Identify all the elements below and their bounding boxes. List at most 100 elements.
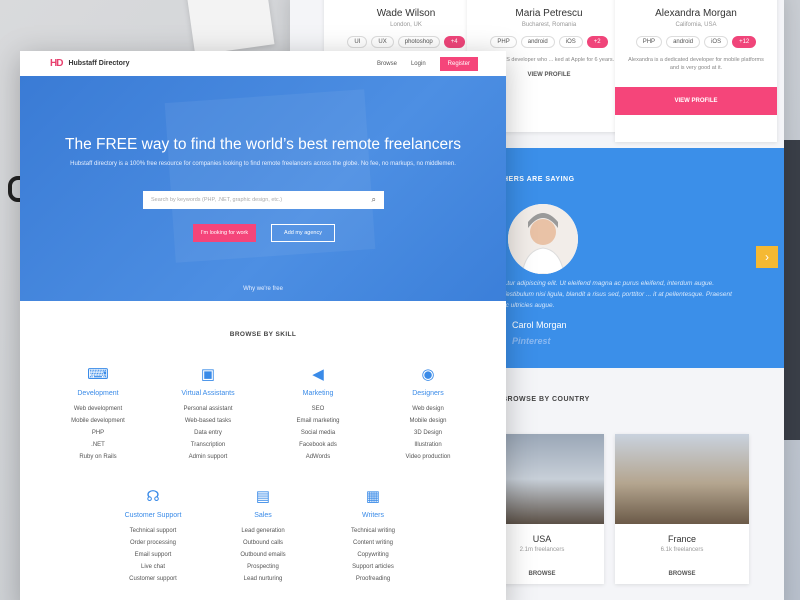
skill-tag[interactable]: UX [371,36,394,48]
skill-link[interactable]: Web design [373,403,483,415]
skill-title[interactable]: Customer Support [98,512,208,519]
headset-icon: ☊ [146,488,160,505]
eye-icon: ◉ [421,366,435,383]
skill-link[interactable]: Mobile development [43,415,153,427]
skill-link[interactable]: Video production [373,451,483,463]
profile-location: London, UK [390,22,422,28]
skill-link[interactable]: AdWords [263,451,373,463]
skill-link[interactable]: Content writing [318,537,428,549]
profile-location: Bucharest, Romania [521,22,577,28]
skill-link[interactable]: Order processing [98,537,208,549]
more-tags-badge[interactable]: +2 [586,36,608,48]
skill-link[interactable]: Social media [263,427,373,439]
skill-link[interactable]: Technical writing [318,525,428,537]
clipboard-check-icon: ▣ [200,366,216,383]
search-icon[interactable]: ⌕ [372,195,376,205]
skill-tag[interactable]: android [520,36,555,48]
hero-subtitle: Hubstaff directory is a 100% free resour… [70,161,456,167]
more-tags-badge[interactable]: +4 [443,36,465,48]
testimonial-quote: ...tur adipiscing elit. Ut eleifend magn… [502,280,732,310]
profile-tags: PHP android iOS +2 [467,36,631,48]
skill-title[interactable]: Virtual Assistants [153,390,263,397]
skill-title[interactable]: Development [43,390,153,397]
testimonial-author: Carol Morgan [512,320,567,330]
skill-tag[interactable]: UI [347,36,368,48]
nav-browse-link[interactable]: Browse [377,61,397,67]
skill-link[interactable]: Support articles [318,561,428,573]
browse-by-skill-heading: BROWSE BY SKILL [229,331,297,338]
skill-link[interactable]: Transcription [153,439,263,451]
logo[interactable]: HD [50,58,63,69]
skill-link[interactable]: Personal assistant [153,403,263,415]
skill-link[interactable]: Email support [98,549,208,561]
main-page: HD Hubstaff Directory Browse Login Regis… [20,51,506,600]
why-free-link[interactable]: Why we're free [20,286,506,292]
browse-button[interactable]: BROWSE [615,571,749,577]
skill-link[interactable]: Lead nurturing [208,573,318,585]
megaphone-icon: ◀ [312,366,324,383]
skill-title[interactable]: Writers [318,512,428,519]
skill-tag[interactable]: android [666,36,701,48]
brand-name[interactable]: Hubstaff Directory [68,60,129,67]
profile-tags: PHP android iOS +12 [615,36,777,48]
skill-link[interactable]: Lead generation [208,525,318,537]
skill-category: ▣ Virtual Assistants Personal assistant … [153,366,263,463]
hero-title: The FREE way to find the world’s best re… [65,136,461,153]
profile-name: Wade Wilson [376,8,436,19]
skill-category: ⌨ Development Web development Mobile dev… [43,366,153,463]
skill-link[interactable]: SEO [263,403,373,415]
country-card[interactable]: France 6.1k freelancers BROWSE [615,434,749,584]
search-input[interactable]: Search by keywords (PHP, .NET, graphic d… [143,191,384,209]
skill-link[interactable]: Outbound calls [208,537,318,549]
skills-row: ☊ Customer Support Technical support Ord… [20,488,506,585]
skill-tag[interactable]: iOS [558,36,583,48]
skill-category: ▤ Sales Lead generation Outbound calls O… [208,488,318,585]
skill-category: ☊ Customer Support Technical support Ord… [98,488,208,585]
skill-link[interactable]: Illustration [373,439,483,451]
skill-title[interactable]: Marketing [263,390,373,397]
country-count: 6.1k freelancers [660,547,704,553]
skill-link[interactable]: Copywriting [318,549,428,561]
skill-link[interactable]: Facebook ads [263,439,373,451]
skill-title[interactable]: Designers [373,390,483,397]
skill-tag[interactable]: PHP [635,36,663,48]
chevron-right-icon[interactable]: › [756,246,778,268]
document-icon: ▦ [365,488,381,505]
testimonial-company: Pinterest [512,336,551,346]
skill-link[interactable]: Customer support [98,573,208,585]
skill-link[interactable]: Data entry [153,427,263,439]
view-profile-button[interactable]: VIEW PROFILE [615,86,777,115]
browse-by-country-heading: BROWSE BY COUNTRY [502,396,590,403]
skill-link[interactable]: Proofreading [318,573,428,585]
skill-link[interactable]: Live chat [98,561,208,573]
skill-link[interactable]: Admin support [153,451,263,463]
skill-tag[interactable]: PHP [490,36,517,48]
top-nav: HD Hubstaff Directory Browse Login Regis… [20,51,506,76]
add-agency-button[interactable]: Add my agency [271,224,335,242]
skill-tag[interactable]: photoshop [397,36,440,48]
skill-link[interactable]: Mobile design [373,415,483,427]
skill-link[interactable]: Web-based tasks [153,415,263,427]
skill-tag[interactable]: iOS [704,36,729,48]
skill-link[interactable]: PHP [43,427,153,439]
skill-link[interactable]: Outbound emails [208,549,318,561]
nav-login-link[interactable]: Login [411,61,426,67]
hero-section: The FREE way to find the world’s best re… [20,76,506,301]
more-tags-badge[interactable]: +12 [732,36,757,48]
skill-link[interactable]: Technical support [98,525,208,537]
skill-link[interactable]: Prospecting [208,561,318,573]
skill-link[interactable]: Web development [43,403,153,415]
skill-category: ▦ Writers Technical writing Content writ… [318,488,428,585]
search-placeholder: Search by keywords (PHP, .NET, graphic d… [151,197,283,203]
skill-title[interactable]: Sales [208,512,318,519]
skill-link[interactable]: Ruby on Rails [43,451,153,463]
skill-link[interactable]: .NET [43,439,153,451]
skill-link[interactable]: Email marketing [263,415,373,427]
looking-for-work-button[interactable]: I'm looking for work [193,224,256,242]
profile-description: Alexandra is a dedicated developer for m… [628,57,764,72]
code-window-icon: ⌨ [87,366,109,383]
chart-icon: ▤ [255,488,271,505]
profile-name: Maria Petrescu [515,8,583,19]
skill-link[interactable]: 3D Design [373,427,483,439]
register-button[interactable]: Register [439,56,478,71]
